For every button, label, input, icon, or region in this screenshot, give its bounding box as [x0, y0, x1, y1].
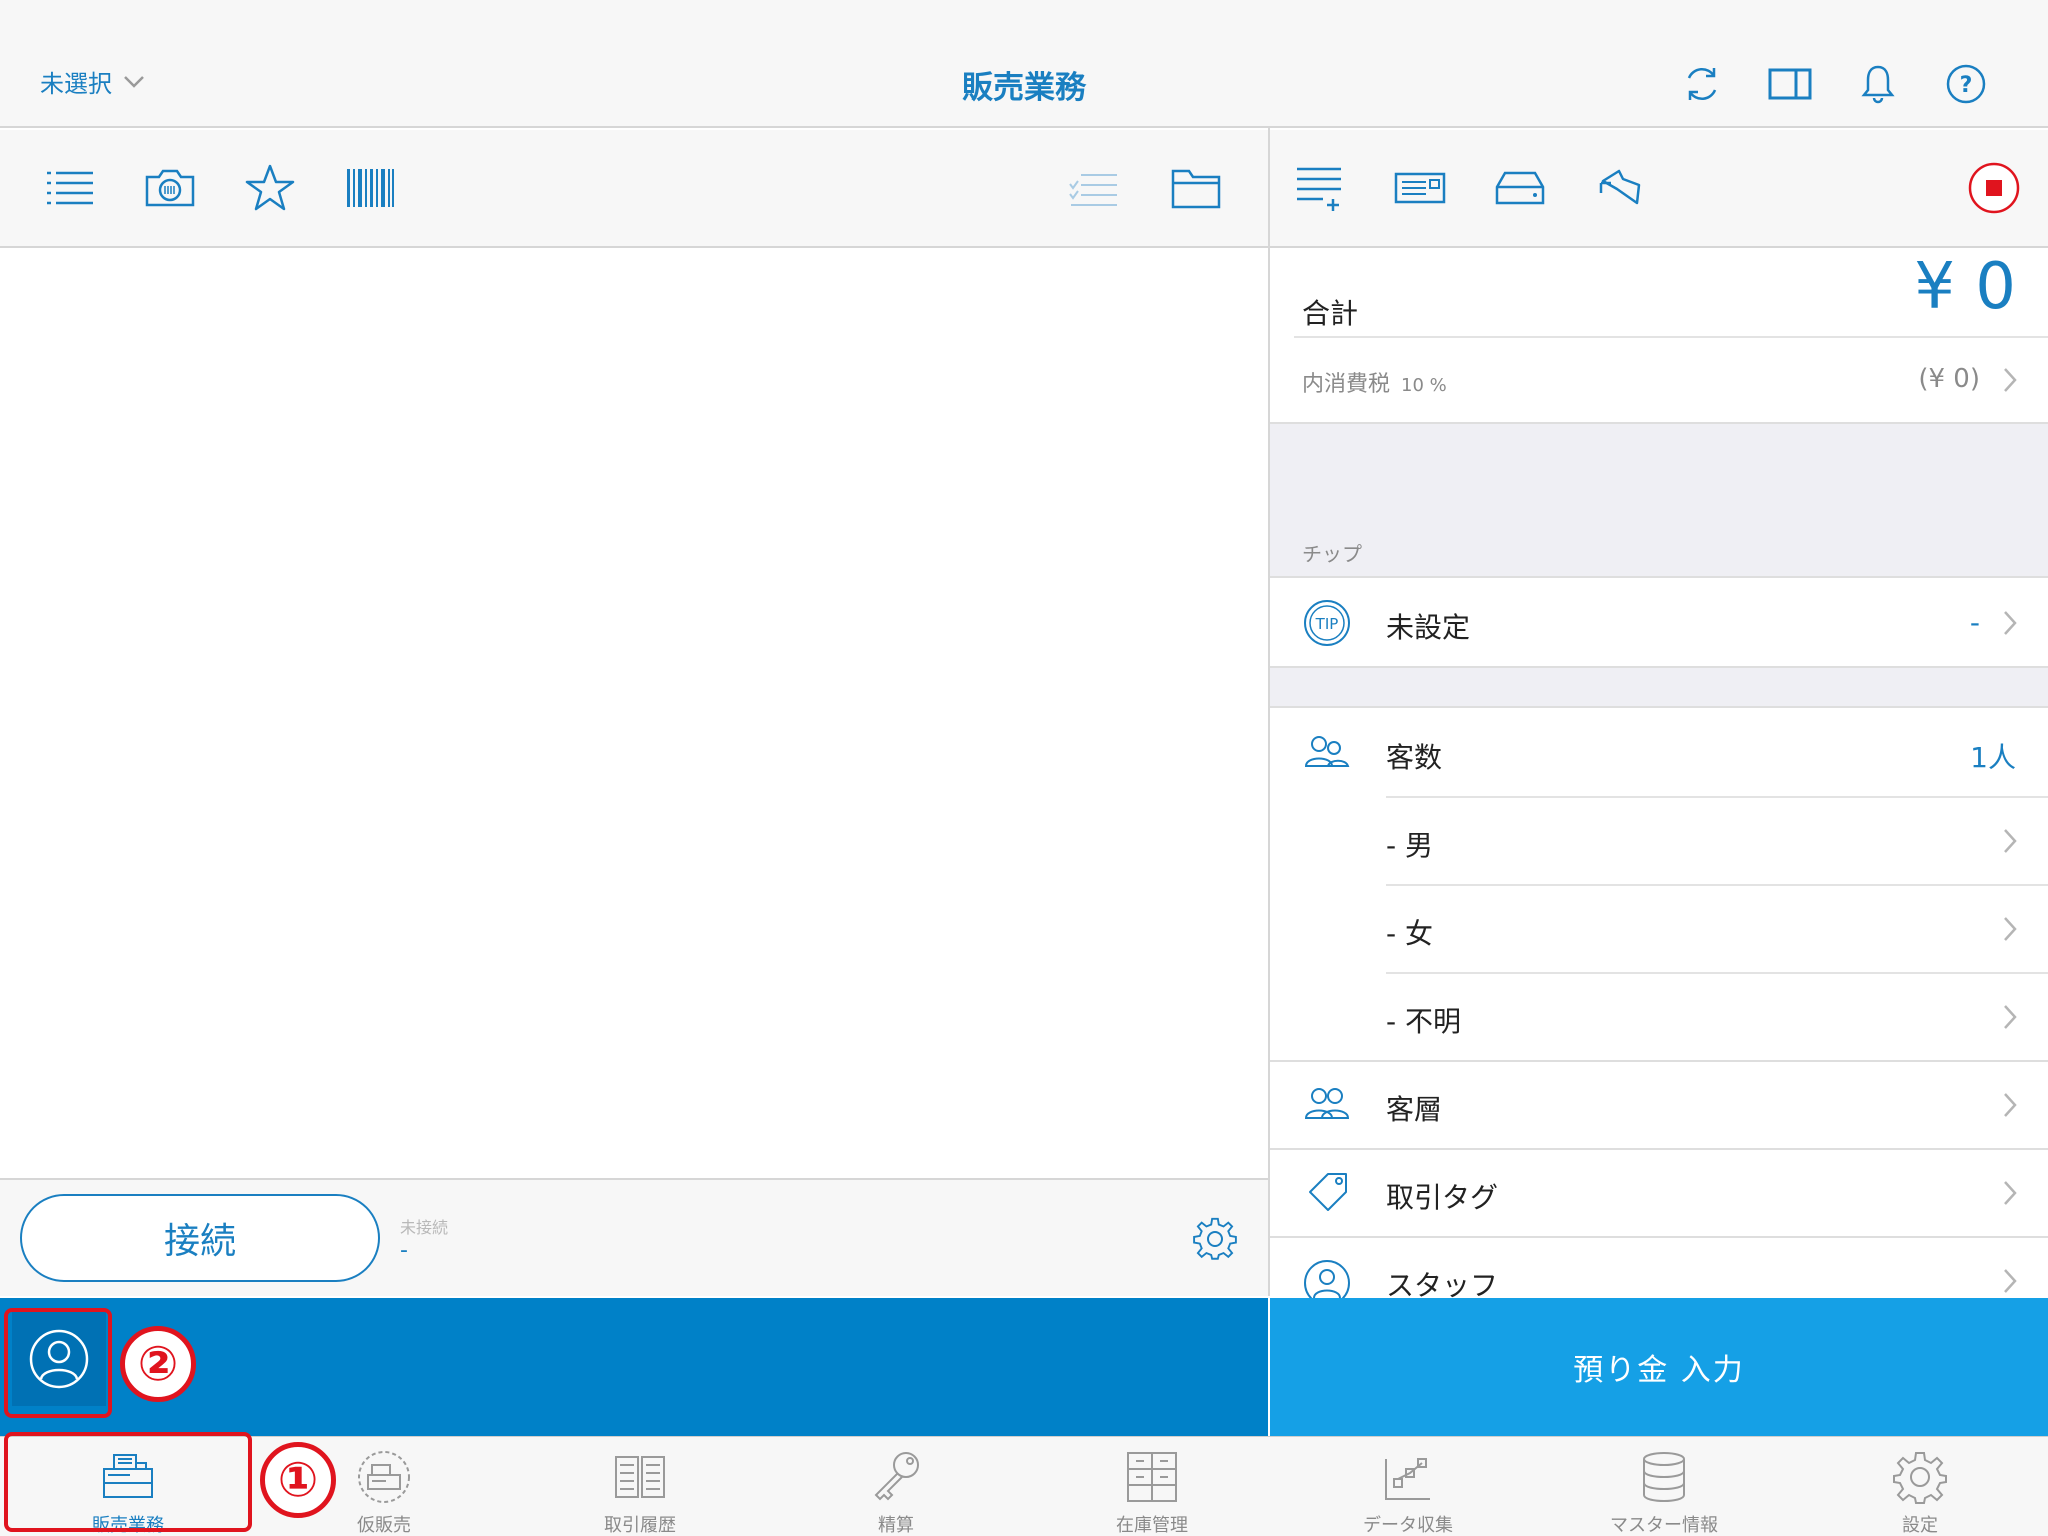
connection-status-label: 未接続 [400, 1218, 449, 1237]
male-count-label: - 男 [1386, 829, 1434, 862]
female-count-label: - 女 [1386, 917, 1434, 950]
settings-icon [1893, 1452, 1947, 1504]
tab-label: 取引履歴 [604, 1515, 676, 1536]
customer-count-value: 1人 [1970, 741, 2016, 774]
transaction-toolbar [1270, 130, 2048, 248]
barcode-icon[interactable] [342, 160, 398, 216]
staff-row[interactable]: スタッフ [1270, 1238, 2048, 1306]
customer-count-label: 客数 [1386, 741, 1443, 774]
tab-label: 設定 [1902, 1515, 1938, 1536]
chevron-right-icon [2004, 829, 2017, 853]
chevron-right-icon [2004, 1005, 2017, 1029]
sync-icon[interactable] [1678, 60, 1726, 108]
connection-status-value: - [400, 1238, 408, 1263]
add-line-icon[interactable] [1292, 160, 1348, 216]
tip-value: - [1969, 606, 1980, 639]
tax-rate: 10 % [1401, 375, 1447, 396]
receipt-printer-icon[interactable] [1392, 160, 1448, 216]
tab-data-collection[interactable]: データ収集 [1280, 1437, 1536, 1536]
temp-sale-icon [358, 1451, 410, 1503]
customers-icon [1304, 736, 1350, 767]
tip-section-title: チップ [1302, 542, 1362, 566]
inventory-icon [1127, 1452, 1177, 1502]
tip-row[interactable]: TIP 未設定 - [1270, 580, 2048, 666]
customer-count-row[interactable]: 客数 1人 [1270, 710, 2048, 796]
section-gap: チップ [1270, 422, 2048, 578]
chevron-right-icon [2004, 1181, 2017, 1205]
cart-toolbar [0, 130, 1268, 248]
tab-label: 在庫管理 [1116, 1515, 1188, 1536]
key-icon [874, 1452, 919, 1501]
customer-segment-row[interactable]: 客層 [1270, 1062, 2048, 1148]
gear-icon[interactable] [1192, 1216, 1238, 1262]
help-icon[interactable]: ? [1942, 60, 1990, 108]
chevron-right-icon [2004, 368, 2017, 392]
history-icon [615, 1456, 665, 1498]
bell-icon[interactable] [1854, 60, 1902, 108]
split-view-icon[interactable] [1766, 60, 1814, 108]
section-gap [1270, 666, 2048, 708]
navigation-bar: 未選択 販売業務 ? [0, 0, 2048, 128]
marker-one: ① [260, 1442, 336, 1518]
transaction-tag-label: 取引タグ [1386, 1181, 1499, 1214]
list-icon[interactable] [42, 160, 98, 216]
highlight-customer-button [4, 1308, 112, 1418]
return-icon[interactable] [1592, 160, 1648, 216]
device-connection-bar: 接続 未接続 - [0, 1178, 1268, 1296]
tab-label: 精算 [878, 1515, 914, 1536]
cart-list-area[interactable] [0, 250, 1268, 1178]
svg-text:?: ? [1960, 73, 1973, 98]
chevron-right-icon [2004, 611, 2017, 635]
tag-icon [1309, 1173, 1347, 1211]
star-icon[interactable] [242, 160, 298, 216]
deposit-input-button[interactable]: 預り金 入力 [1270, 1298, 2048, 1436]
tab-history[interactable]: 取引履歴 [512, 1437, 768, 1536]
total-label: 合計 [1302, 297, 1359, 330]
tab-label: データ収集 [1363, 1515, 1453, 1536]
total-value: ¥ 0 [1914, 250, 2016, 324]
transaction-tag-row[interactable]: 取引タグ [1270, 1150, 2048, 1236]
unknown-count-row[interactable]: - 不明 [1270, 974, 2048, 1060]
marker-two: ② [120, 1326, 196, 1402]
cash-drawer-icon[interactable] [1492, 160, 1548, 216]
tab-inventory[interactable]: 在庫管理 [1024, 1437, 1280, 1536]
database-icon [1643, 1452, 1685, 1502]
stop-record-icon[interactable] [1966, 160, 2022, 216]
tab-settings[interactable]: 設定 [1792, 1437, 2048, 1536]
tax-value: (¥ 0) [1918, 364, 1980, 394]
customer-segment-label: 客層 [1386, 1093, 1443, 1126]
folder-icon[interactable] [1168, 160, 1224, 216]
tax-label: 内消費税 [1302, 372, 1391, 397]
unknown-count-label: - 不明 [1386, 1005, 1462, 1038]
tip-icon: TIP [1304, 600, 1350, 646]
data-collection-icon [1385, 1458, 1430, 1500]
male-count-row[interactable]: - 男 [1270, 798, 2048, 884]
tip-label: 未設定 [1386, 611, 1471, 644]
tab-master-data[interactable]: マスター情報 [1536, 1437, 1792, 1536]
camera-icon[interactable] [142, 160, 198, 216]
svg-text:TIP: TIP [1315, 615, 1339, 633]
tax-row[interactable]: 内消費税 10 % (¥ 0) [1270, 338, 2048, 422]
app-root: 未選択 販売業務 ? 接続 未接続 - 合計 ¥ 0 内消費税 10 % (¥ … [0, 0, 2048, 1536]
connect-button[interactable]: 接続 [20, 1194, 380, 1282]
total-row: 合計 ¥ 0 [1270, 250, 2048, 336]
female-count-row[interactable]: - 女 [1270, 886, 2048, 972]
chevron-right-icon [2004, 1269, 2017, 1293]
chevron-right-icon [2004, 917, 2017, 941]
checklist-icon [1066, 160, 1122, 216]
highlight-sales-tab [4, 1432, 252, 1532]
tab-settlement[interactable]: 精算 [768, 1437, 1024, 1536]
transaction-summary: 合計 ¥ 0 内消費税 10 % (¥ 0) チップ TIP 未設定 - 客数 … [1270, 250, 2048, 1306]
chevron-right-icon [2004, 1093, 2017, 1117]
customer-segment-icon [1304, 1088, 1350, 1119]
tab-label: マスター情報 [1610, 1515, 1718, 1536]
